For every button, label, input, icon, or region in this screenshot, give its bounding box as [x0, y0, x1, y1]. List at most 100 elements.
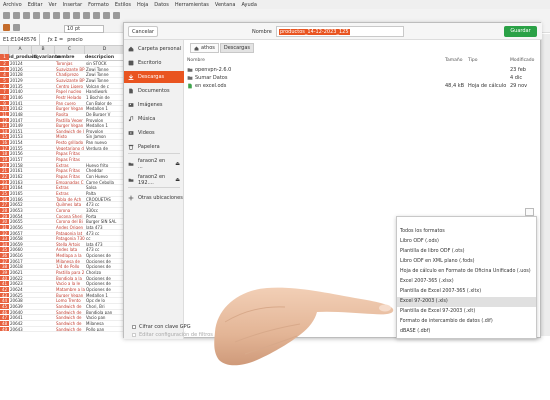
cell-var[interactable]	[32, 270, 55, 275]
cell-desc[interactable]: Opciones de	[85, 259, 125, 264]
cell-var[interactable]	[32, 236, 55, 241]
cell-var[interactable]	[32, 61, 55, 66]
cell-name[interactable]: Andes Origen	[55, 225, 85, 230]
cell-var[interactable]	[32, 134, 55, 139]
cell-name[interactable]: Papel nucleo	[55, 89, 85, 94]
cell-var[interactable]	[32, 180, 55, 185]
cell-var[interactable]	[32, 118, 55, 123]
cell-var[interactable]	[32, 219, 55, 224]
font-size-select[interactable]: 10 pt	[64, 25, 104, 33]
cell-var[interactable]	[32, 327, 55, 332]
cut-icon[interactable]	[63, 12, 70, 19]
cell-id[interactable]: 20148	[9, 112, 32, 117]
cell-name[interactable]: Pan cuero	[55, 101, 85, 106]
file-type-option[interactable]: Plantilla de Excel 2007-365 (.xltx)	[397, 287, 536, 297]
cell-id[interactable]: 20149	[9, 123, 32, 128]
cell-var[interactable]	[32, 123, 55, 128]
cell-id[interactable]: 20657	[9, 231, 32, 236]
cell-id[interactable]: 20655	[9, 219, 32, 224]
cell-id[interactable]: 20643	[9, 327, 32, 332]
cell-desc[interactable]: Carne Cebolla	[85, 180, 125, 185]
cell-id[interactable]: 20166	[9, 197, 32, 202]
copy-icon[interactable]	[73, 12, 80, 19]
cell-desc[interactable]: Provolon	[85, 118, 125, 123]
menu-item[interactable]: Herramientas	[175, 2, 209, 8]
file-type-option[interactable]: Libro ODF (.ods)	[397, 237, 536, 247]
cell-var[interactable]	[32, 84, 55, 89]
cell-desc[interactable]: Salsa	[85, 185, 125, 190]
cell-id[interactable]: 20161	[9, 168, 32, 173]
cell-name[interactable]: Quilmes lata	[55, 202, 85, 207]
cell-name[interactable]: 1/4 de Pollo	[55, 264, 85, 269]
cell-id[interactable]: 20128	[9, 72, 32, 77]
file-type-option[interactable]: Excel 97-2003 (.xls)	[397, 297, 536, 307]
cell-name[interactable]: Sandwich de	[55, 315, 85, 320]
cell-id[interactable]: 20153	[9, 134, 32, 139]
cell-var[interactable]	[32, 168, 55, 173]
spreadsheet-grid[interactable]: A B C Did_producto id_variante nombre descripc…	[0, 46, 125, 336]
cell-name[interactable]: Lomo Trento	[55, 298, 85, 303]
cell-id[interactable]: 20158	[9, 163, 32, 168]
cell-desc[interactable]: Huevo frito	[85, 163, 125, 168]
cell-name[interactable]: Pastilla Veger	[55, 118, 85, 123]
cell-id[interactable]: 20165	[9, 191, 32, 196]
cell-id[interactable]: 20164	[9, 185, 32, 190]
cell-desc[interactable]: Cheddar	[85, 168, 125, 173]
cell-desc[interactable]: Porta	[85, 214, 125, 219]
cell-desc[interactable]: Opciones de	[85, 264, 125, 269]
redo-icon[interactable]	[103, 12, 110, 19]
cell-var[interactable]	[32, 191, 55, 196]
cell-id[interactable]: 20151	[9, 129, 32, 134]
save-icon[interactable]	[23, 12, 30, 19]
cell-var[interactable]	[32, 304, 55, 309]
cell-desc[interactable]: 330cc	[85, 208, 125, 213]
sidebar-item-9[interactable]: faraon2 en 192.... ⏏	[124, 174, 184, 186]
cell-var[interactable]	[32, 140, 55, 145]
sidebar-item-10[interactable]: Otras ubicaciones	[124, 192, 184, 204]
cell-desc[interactable]: Chori, Bri	[85, 304, 125, 309]
cell-id[interactable]: 20126	[9, 67, 32, 72]
cell-var[interactable]	[32, 163, 55, 168]
cell-name[interactable]: Rosita	[55, 112, 85, 117]
cell-desc[interactable]: Vacio pan	[85, 315, 125, 320]
cell-name[interactable]: Milanesa de	[55, 259, 85, 264]
cell-id[interactable]: 20124	[9, 61, 32, 66]
preview-icon[interactable]	[53, 12, 60, 19]
cell-var[interactable]	[32, 242, 55, 247]
cell-desc[interactable]: 473 cc	[85, 247, 125, 252]
cell-desc[interactable]: Pollo pan	[85, 327, 125, 332]
table-row[interactable]: 20643 Sandwich de Pollo pan	[9, 327, 125, 333]
cell-id[interactable]: 20156	[9, 151, 32, 156]
cell-name[interactable]: Toronjas	[55, 61, 85, 66]
cell-name[interactable]: Cocona Sheri	[55, 214, 85, 219]
file-type-option[interactable]: Hoja de cálculo en Formato de Oficina Un…	[397, 267, 536, 277]
sidebar-item-5[interactable]: Música	[124, 113, 184, 125]
cell-name[interactable]: Chadiprezo	[55, 72, 85, 77]
cell-desc[interactable]: Con Balor de	[85, 101, 125, 106]
row-header[interactable]: 49	[0, 326, 9, 333]
menu-item[interactable]: Archivo	[3, 2, 22, 8]
cell-name[interactable]: Patagonia lat	[55, 231, 85, 236]
cell-var[interactable]	[32, 106, 55, 111]
menu-item[interactable]: Hoja	[137, 2, 148, 8]
cell-name[interactable]: Bondiola a la	[55, 276, 85, 281]
cell-desc[interactable]: Medallon 1	[85, 123, 125, 128]
dropdown-scroll-arrow[interactable]	[525, 208, 534, 216]
cell-desc[interactable]: Medallon 1	[85, 293, 125, 298]
cell-name[interactable]: Papas Fritas	[55, 168, 85, 173]
header-cell[interactable]: id_variante	[32, 54, 60, 60]
menu-item[interactable]: Insertar	[63, 2, 82, 8]
cell-name[interactable]: Burger Vegan	[55, 106, 85, 111]
cell-name[interactable]: Pesto grillado	[55, 140, 85, 145]
cell-id[interactable]: 20154	[9, 140, 32, 145]
file-type-option[interactable]: dBASE (.dbf)	[397, 327, 536, 337]
cell-name[interactable]: Matambre a la	[55, 287, 85, 292]
cell-var[interactable]	[32, 202, 55, 207]
filename-input[interactable]: productos_14-12-2023_125	[276, 26, 404, 37]
cell-id[interactable]: 20642	[9, 321, 32, 326]
cell-desc[interactable]: Volcan de c	[85, 84, 125, 89]
paste-icon[interactable]	[83, 12, 90, 19]
cell-desc[interactable]: lata 473	[85, 242, 125, 247]
cell-var[interactable]	[32, 78, 55, 83]
cell-name[interactable]: Sandwich de	[55, 310, 85, 315]
